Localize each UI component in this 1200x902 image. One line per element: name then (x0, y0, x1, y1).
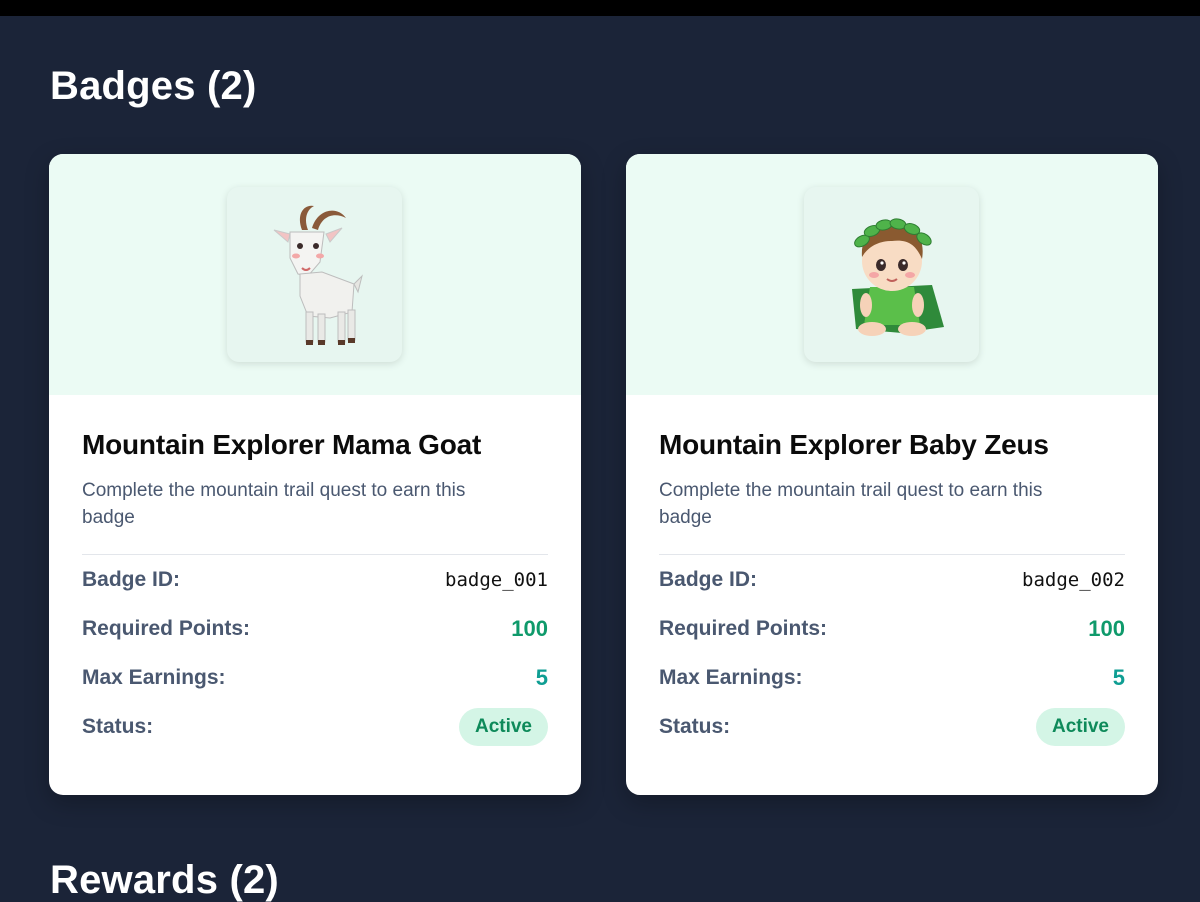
badge-card-body: Mountain Explorer Mama Goat Complete the… (49, 395, 581, 751)
status-row: Status: Active (659, 702, 1125, 751)
goat-icon (273, 205, 363, 345)
max-earnings-row: Max Earnings: 5 (659, 653, 1125, 702)
browser-top-bar (0, 0, 1200, 16)
badge-description: Complete the mountain trail quest to ear… (82, 480, 466, 529)
status-badge: Active (1035, 707, 1125, 746)
baby-zeus-icon (851, 217, 944, 336)
badge-image-tile (227, 187, 402, 362)
badge-card[interactable]: Mountain Explorer Mama Goat Complete the… (49, 154, 581, 795)
max-earnings-label: Max Earnings: (659, 665, 803, 689)
rewards-section-title: Rewards (2) (50, 858, 279, 902)
badges-section-title: Badges (2) (50, 64, 257, 108)
max-earnings-value: 5 (1112, 664, 1125, 690)
badge-id-label: Badge ID: (82, 567, 181, 591)
badge-card-body: Mountain Explorer Baby Zeus Complete the… (626, 395, 1158, 751)
badge-title: Mountain Explorer Baby Zeus (659, 429, 1049, 460)
badge-description: Complete the mountain trail quest to ear… (659, 480, 1043, 529)
required-points-value: 100 (1088, 615, 1125, 641)
max-earnings-value: 5 (535, 664, 548, 690)
badge-title: Mountain Explorer Mama Goat (82, 429, 482, 460)
status-label: Status: (659, 714, 731, 738)
status-badge: Active (458, 707, 548, 746)
badge-id-row: Badge ID: badge_001 (82, 555, 548, 604)
badge-id-label: Badge ID: (659, 567, 758, 591)
required-points-value: 100 (511, 615, 548, 641)
max-earnings-label: Max Earnings: (82, 665, 226, 689)
required-points-row: Required Points: 100 (659, 604, 1125, 653)
status-row: Status: Active (82, 702, 548, 751)
badge-id-row: Badge ID: badge_002 (659, 555, 1125, 604)
badge-card-hero (626, 154, 1158, 395)
badge-image-tile (804, 187, 979, 362)
badge-card[interactable]: Mountain Explorer Baby Zeus Complete the… (626, 154, 1158, 795)
required-points-row: Required Points: 100 (82, 604, 548, 653)
max-earnings-row: Max Earnings: 5 (82, 653, 548, 702)
badge-id-value: badge_002 (1022, 568, 1125, 591)
badge-id-value: badge_001 (445, 568, 548, 591)
badge-card-hero (49, 154, 581, 395)
required-points-label: Required Points: (82, 616, 251, 640)
required-points-label: Required Points: (659, 616, 828, 640)
status-label: Status: (82, 714, 154, 738)
